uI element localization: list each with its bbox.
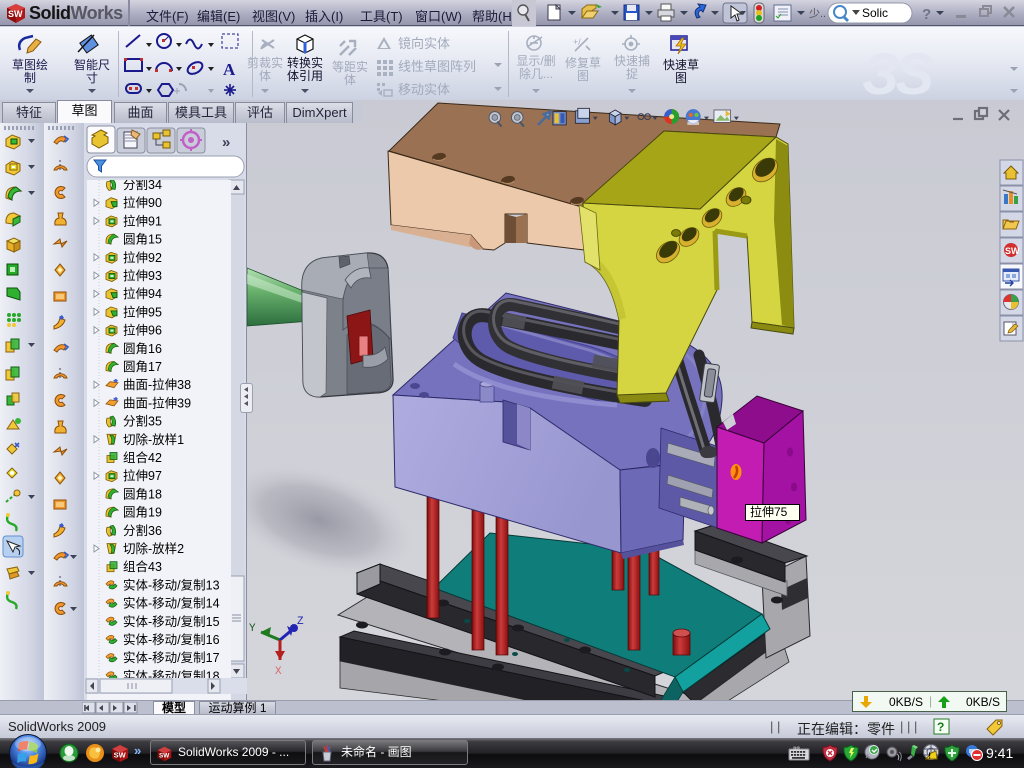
svg-text:+/: +/: [573, 37, 581, 47]
svg-text:拉伸93: 拉伸93: [123, 268, 162, 283]
svg-text:拉伸91: 拉伸91: [123, 213, 162, 228]
svg-text:拉伸97: 拉伸97: [123, 468, 162, 483]
svg-text:圆角15: 圆角15: [123, 233, 162, 247]
svg-text:移动实体: 移动实体: [398, 82, 450, 97]
svg-text:»: »: [222, 134, 230, 151]
svg-text:拉伸96: 拉伸96: [123, 323, 162, 338]
svg-text:少..: 少..: [809, 7, 826, 20]
svg-text:拉伸92: 拉伸92: [123, 250, 162, 265]
svg-text:X: X: [275, 666, 282, 678]
svg-text:拉伸95: 拉伸95: [123, 304, 162, 319]
svg-text:拉伸90: 拉伸90: [123, 195, 162, 210]
svg-text:实体-移动/复制15: 实体-移动/复制15: [123, 614, 220, 629]
svg-text:SW: SW: [114, 751, 127, 760]
svg-text:»: »: [134, 743, 141, 758]
svg-text:键盘: 键盘: [793, 746, 801, 751]
svg-text:切除-放样2: 切除-放样2: [123, 541, 184, 556]
svg-text:镜向实体: 镜向实体: [398, 36, 450, 51]
svg-text:A: A: [223, 60, 236, 79]
svg-text:切除-放样1: 切除-放样1: [123, 432, 184, 447]
svg-text:?: ?: [922, 6, 931, 23]
svg-text:组合42: 组合42: [123, 450, 162, 465]
svg-text:实体-移动/复制14: 实体-移动/复制14: [123, 596, 220, 611]
svg-text:拉伸94: 拉伸94: [123, 286, 162, 301]
svg-text:Z: Z: [297, 616, 304, 628]
svg-text:线性草图阵列: 线性草图阵列: [398, 59, 476, 74]
svg-text:!: !: [928, 752, 931, 761]
svg-text:实体-移动/复制17: 实体-移动/复制17: [123, 650, 220, 665]
svg-text:Y: Y: [249, 623, 256, 635]
svg-text:SW: SW: [159, 752, 169, 759]
svg-text:SW: SW: [1005, 246, 1020, 256]
svg-text:实体-移动/复制13: 实体-移动/复制13: [123, 577, 220, 592]
svg-text:实体-移动/复制16: 实体-移动/复制16: [123, 632, 220, 647]
svg-text:圆角16: 圆角16: [123, 342, 162, 356]
svg-text:圆角18: 圆角18: [123, 487, 162, 501]
svg-text:Solic: Solic: [862, 6, 888, 20]
svg-text:SW: SW: [8, 9, 23, 19]
svg-text:圆角17: 圆角17: [123, 360, 162, 374]
svg-text:?: ?: [937, 720, 944, 734]
svg-text:分割36: 分割36: [123, 523, 162, 538]
svg-text:分割35: 分割35: [123, 414, 162, 429]
svg-text:组合43: 组合43: [123, 559, 162, 574]
svg-text:曲面-拉伸39: 曲面-拉伸39: [123, 395, 191, 410]
svg-text:分割34: 分割34: [123, 180, 162, 192]
svg-text:圆角19: 圆角19: [123, 506, 162, 520]
svg-text:曲面-拉伸38: 曲面-拉伸38: [123, 377, 191, 392]
